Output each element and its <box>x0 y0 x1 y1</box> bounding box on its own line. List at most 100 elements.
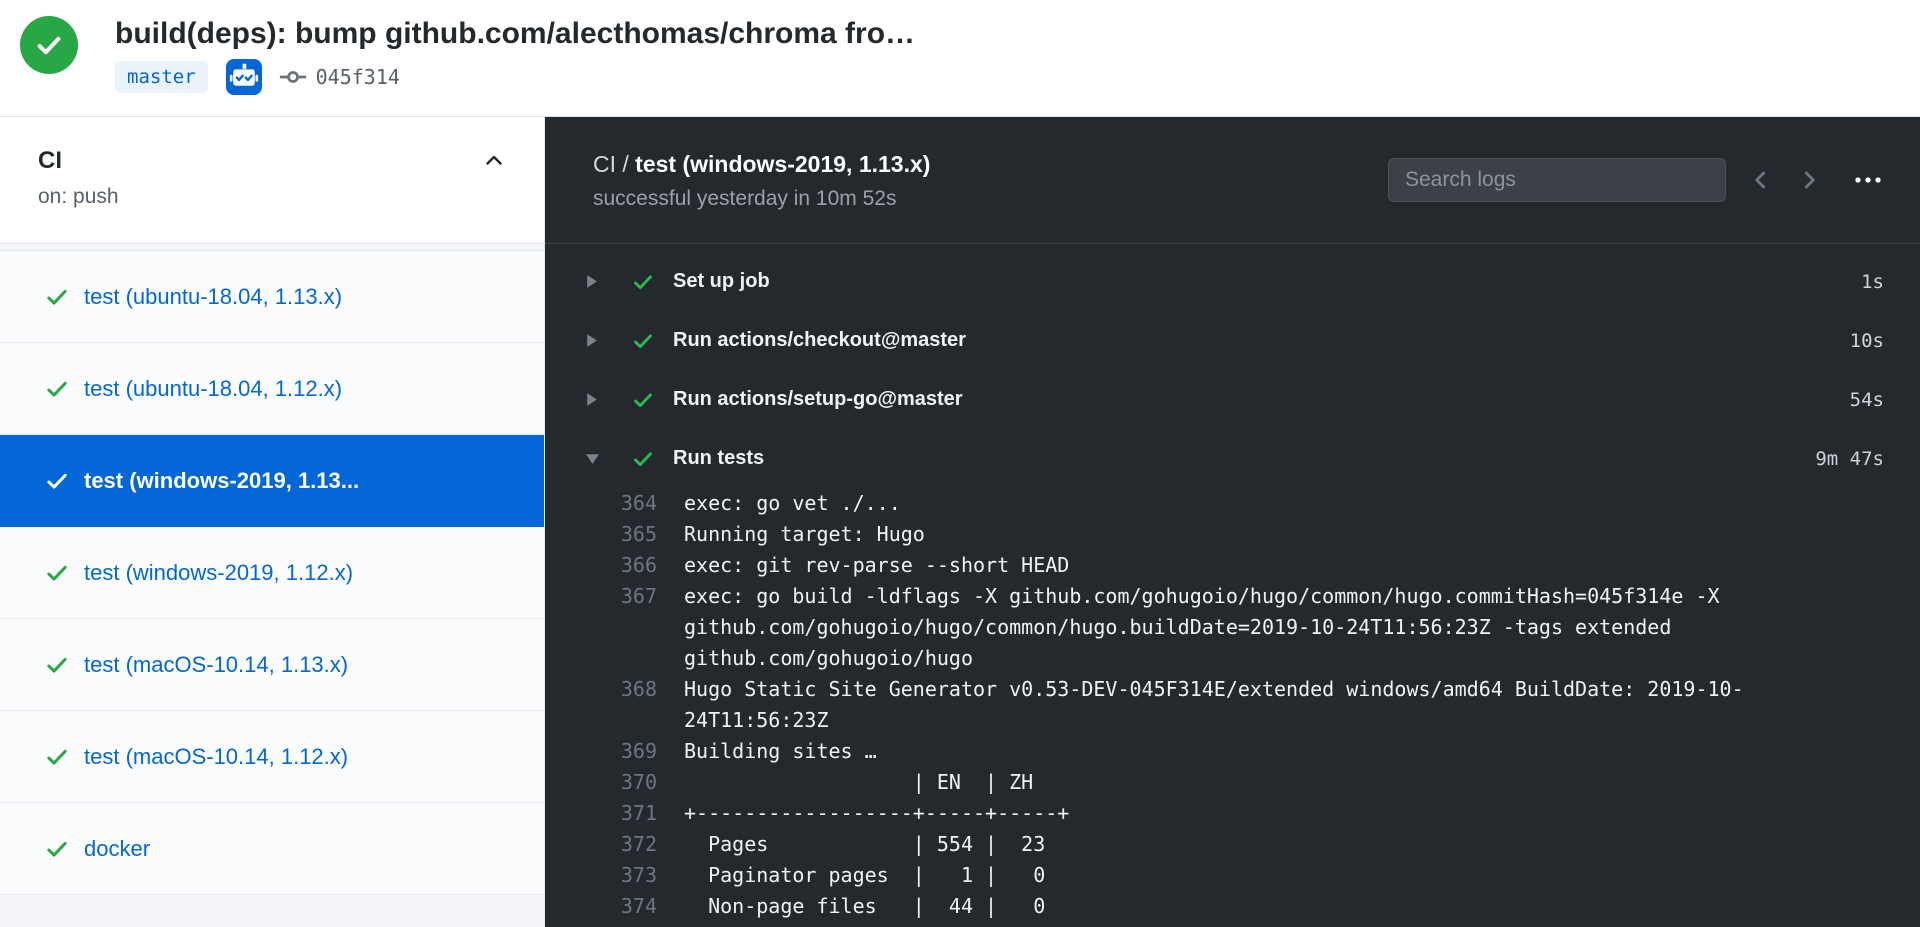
log-line-text: Pages | 554 | 23 <box>684 829 1859 860</box>
triangle-right-icon <box>585 274 598 289</box>
run-meta-row: master <box>115 59 915 95</box>
log-line: 367 exec: go build -ldflags -X github.co… <box>583 581 1920 674</box>
step-list: Set up job 1s Run actions/checkout@maste… <box>545 244 1920 488</box>
log-line-number[interactable]: 373 <box>583 860 657 891</box>
job-success-check-icon <box>44 284 70 310</box>
log-line-text: Building sites … <box>684 736 1859 767</box>
log-line-number[interactable]: 374 <box>583 891 657 922</box>
log-line-number[interactable]: 367 <box>583 581 657 674</box>
breadcrumb: CI / <box>593 151 635 177</box>
sidebar-job-item[interactable]: test (macOS-10.14, 1.12.x) <box>0 711 544 803</box>
log-line: 366 exec: git rev-parse --short HEAD <box>583 550 1920 581</box>
step-name: Run tests <box>673 447 764 470</box>
sidebar-job-item[interactable]: test (windows-2019, 1.13... <box>0 435 544 527</box>
run-header: build(deps): bump github.com/alecthomas/… <box>0 0 1920 117</box>
sidebar-job-item[interactable]: docker <box>0 803 544 895</box>
log-line-number[interactable]: 371 <box>583 798 657 829</box>
disclosure-triangle-icon[interactable] <box>585 392 631 407</box>
step-name: Run actions/setup-go@master <box>673 388 963 411</box>
sidebar-job-item[interactable]: test (macOS-10.14, 1.13.x) <box>0 619 544 711</box>
log-panel-header: CI / test (windows-2019, 1.13.x) success… <box>545 117 1920 244</box>
job-label: test (macOS-10.14, 1.13.x) <box>84 652 348 678</box>
workflow-trigger: on: push <box>38 185 506 209</box>
workflow-header[interactable]: CI on: push <box>0 117 544 244</box>
job-label: test (macOS-10.14, 1.12.x) <box>84 744 348 770</box>
log-line-number[interactable]: 369 <box>583 736 657 767</box>
job-success-check-icon <box>44 376 70 402</box>
job-success-check-icon <box>44 652 70 678</box>
log-line-text: Non-page files | 44 | 0 <box>684 891 1859 922</box>
log-step-row[interactable]: Run actions/checkout@master 10s <box>545 311 1920 370</box>
log-menu-button[interactable] <box>1852 164 1884 196</box>
dependabot-icon[interactable] <box>226 59 262 95</box>
check-icon <box>33 29 65 61</box>
disclosure-triangle-icon[interactable] <box>585 333 631 348</box>
panel-title: CI / test (windows-2019, 1.13.x) <box>593 150 930 178</box>
log-line: 374 Non-page files | 44 | 0 <box>583 891 1920 922</box>
log-line-number[interactable]: 366 <box>583 550 657 581</box>
triangle-down-icon <box>585 452 600 465</box>
kebab-horizontal-icon <box>1852 164 1884 196</box>
run-header-main: build(deps): bump github.com/alecthomas/… <box>115 16 915 95</box>
log-line: 370 | EN | ZH <box>583 767 1920 798</box>
triangle-right-icon <box>585 392 598 407</box>
job-label: test (ubuntu-18.04, 1.12.x) <box>84 376 342 402</box>
log-line-text: exec: git rev-parse --short HEAD <box>684 550 1859 581</box>
log-line-text: Hugo Static Site Generator v0.53-DEV-045… <box>684 674 1859 736</box>
job-label: docker <box>84 836 150 862</box>
job-success-check-icon <box>44 836 70 862</box>
chevron-up-icon[interactable] <box>482 149 506 173</box>
log-step-row[interactable]: Set up job 1s <box>545 252 1920 311</box>
log-line: 371 +------------------+-----+-----+ <box>583 798 1920 829</box>
log-panel: CI / test (windows-2019, 1.13.x) success… <box>545 117 1920 927</box>
job-status-line: successful yesterday in 10m 52s <box>593 187 930 211</box>
log-line-text: exec: go vet ./... <box>684 488 1859 519</box>
log-line: 364 exec: go vet ./... <box>583 488 1920 519</box>
next-match-button[interactable] <box>1796 167 1822 193</box>
panel-controls <box>1388 158 1884 202</box>
branch-badge[interactable]: master <box>115 61 208 93</box>
step-duration: 10s <box>1850 330 1884 352</box>
workflow-name: CI <box>38 147 62 175</box>
job-label: test (windows-2019, 1.12.x) <box>84 560 353 586</box>
step-name: Set up job <box>673 270 770 293</box>
log-step-row[interactable]: Run actions/setup-go@master 54s <box>545 370 1920 429</box>
log-line: 372 Pages | 554 | 23 <box>583 829 1920 860</box>
disclosure-triangle-icon[interactable] <box>585 274 631 289</box>
log-step-row[interactable]: Run tests 9m 47s <box>545 429 1920 488</box>
job-success-check-icon <box>44 560 70 586</box>
workflow-sidebar: CI on: push test (ubuntu-18.04, 1.13.x) … <box>0 117 545 927</box>
job-success-check-icon <box>44 468 70 494</box>
log-output: 364 exec: go vet ./... 365 Running targe… <box>545 488 1920 927</box>
disclosure-triangle-icon[interactable] <box>585 452 631 465</box>
step-duration: 54s <box>1850 389 1884 411</box>
job-list: test (ubuntu-18.04, 1.13.x) test (ubuntu… <box>0 250 544 895</box>
chevron-right-icon <box>1796 167 1822 193</box>
commit-sha: 045f314 <box>316 65 400 89</box>
commit-link[interactable]: 045f314 <box>278 62 400 92</box>
chevron-left-icon <box>1748 167 1774 193</box>
step-success-check-icon <box>631 270 655 294</box>
log-line-number[interactable]: 365 <box>583 519 657 550</box>
log-line-text: Paginator pages | 1 | 0 <box>684 860 1859 891</box>
sidebar-job-item[interactable]: test (ubuntu-18.04, 1.13.x) <box>0 251 544 343</box>
step-name: Run actions/checkout@master <box>673 329 966 352</box>
panel-title-block: CI / test (windows-2019, 1.13.x) success… <box>593 150 930 211</box>
job-label: test (windows-2019, 1.13... <box>84 468 359 494</box>
log-line-number[interactable]: 364 <box>583 488 657 519</box>
sidebar-job-item[interactable]: test (ubuntu-18.04, 1.12.x) <box>0 343 544 435</box>
step-success-check-icon <box>631 447 655 471</box>
log-line-text: | EN | ZH <box>684 767 1859 798</box>
search-logs-input[interactable] <box>1388 158 1726 202</box>
success-check-circle-icon <box>20 16 78 74</box>
log-line-text: +------------------+-----+-----+ <box>684 798 1859 829</box>
log-line-number[interactable]: 368 <box>583 674 657 736</box>
sidebar-job-item[interactable]: test (windows-2019, 1.12.x) <box>0 527 544 619</box>
triangle-right-icon <box>585 333 598 348</box>
prev-match-button[interactable] <box>1748 167 1774 193</box>
log-line: 365 Running target: Hugo <box>583 519 1920 550</box>
log-line-number[interactable]: 370 <box>583 767 657 798</box>
panel-job-name: test (windows-2019, 1.13.x) <box>635 151 930 177</box>
log-line: 369 Building sites … <box>583 736 1920 767</box>
log-line-number[interactable]: 372 <box>583 829 657 860</box>
